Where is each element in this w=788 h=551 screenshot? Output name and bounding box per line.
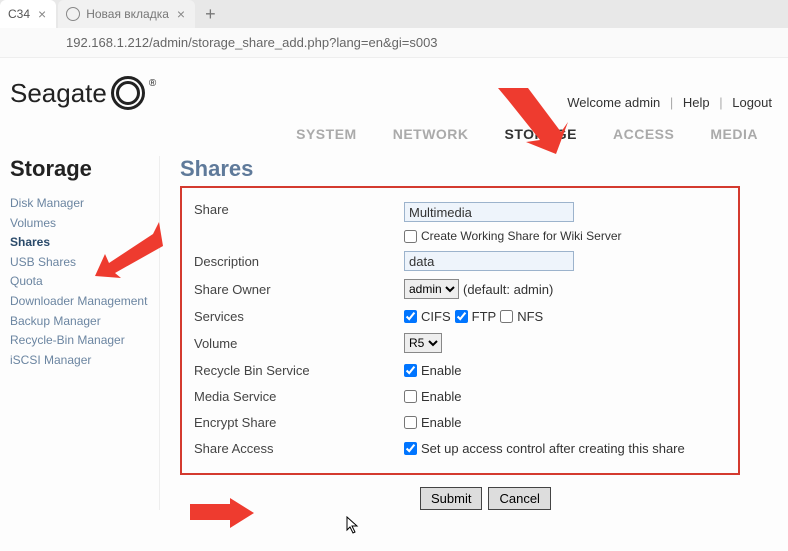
chrome-icon [66, 7, 80, 21]
sidebar: Storage Disk Manager Volumes Shares USB … [0, 156, 160, 510]
browser-tab-1[interactable]: Новая вкладка × [58, 0, 195, 28]
access-checkbox[interactable] [404, 442, 417, 455]
enable-text: Enable [421, 363, 461, 378]
sidebar-item-usb-shares[interactable]: USB Shares [10, 253, 159, 273]
description-label: Description [194, 254, 404, 269]
browser-tab-0[interactable]: C34 × [0, 0, 56, 28]
description-input[interactable] [404, 251, 574, 271]
brand-name: Seagate [10, 78, 107, 109]
encrypt-checkbox[interactable] [404, 416, 417, 429]
sidebar-item-iscsi[interactable]: iSCSI Manager [10, 351, 159, 371]
top-nav: SYSTEM NETWORK STORAGE ACCESS MEDIA [0, 116, 788, 156]
services-label: Services [194, 309, 404, 324]
media-checkbox[interactable] [404, 390, 417, 403]
owner-default-text: (default: admin) [463, 282, 553, 297]
share-form: Share Create Working Share for Wiki Serv… [180, 186, 740, 475]
registered-mark: ® [149, 78, 156, 89]
cifs-label: CIFS [421, 309, 451, 324]
browser-tabbar: C34 × Новая вкладка × + [0, 0, 788, 28]
help-link[interactable]: Help [683, 95, 710, 110]
browser-address-bar: 192.168.1.212/admin/storage_share_add.ph… [0, 28, 788, 58]
enable-text: Enable [421, 389, 461, 404]
owner-label: Share Owner [194, 282, 404, 297]
volume-label: Volume [194, 336, 404, 351]
nav-buttons[interactable] [0, 33, 60, 53]
nfs-label: NFS [517, 309, 543, 324]
ftp-checkbox[interactable] [455, 310, 468, 323]
access-text: Set up access control after creating thi… [421, 441, 685, 456]
logout-link[interactable]: Logout [732, 95, 772, 110]
sidebar-item-quota[interactable]: Quota [10, 272, 159, 292]
tab-title: C34 [8, 7, 30, 21]
user-links: Welcome admin | Help | Logout [567, 95, 772, 110]
brand-logo: Seagate ® [10, 76, 156, 110]
nav-media[interactable]: MEDIA [710, 126, 758, 142]
cancel-button[interactable]: Cancel [488, 487, 550, 510]
sidebar-item-shares[interactable]: Shares [10, 233, 159, 253]
volume-select[interactable]: R5 [404, 333, 442, 353]
nav-storage[interactable]: STORAGE [505, 126, 577, 142]
tab-title: Новая вкладка [86, 7, 169, 21]
share-input[interactable] [404, 202, 574, 222]
sidebar-title: Storage [10, 156, 159, 182]
wiki-checkbox[interactable] [404, 230, 417, 243]
close-icon[interactable]: × [175, 6, 187, 22]
recyclebin-label: Recycle Bin Service [194, 363, 404, 378]
encrypt-label: Encrypt Share [194, 415, 404, 430]
close-icon[interactable]: × [36, 6, 48, 22]
ftp-label: FTP [472, 309, 497, 324]
nfs-checkbox[interactable] [500, 310, 513, 323]
sidebar-item-volumes[interactable]: Volumes [10, 214, 159, 234]
nav-network[interactable]: NETWORK [393, 126, 469, 142]
seagate-swirl-icon [111, 76, 145, 110]
nav-system[interactable]: SYSTEM [296, 126, 357, 142]
welcome-text: Welcome admin [567, 95, 660, 110]
sidebar-item-recycle-bin[interactable]: Recycle-Bin Manager [10, 331, 159, 351]
url-field[interactable]: 192.168.1.212/admin/storage_share_add.ph… [66, 35, 748, 50]
access-label: Share Access [194, 441, 404, 456]
wiki-label: Create Working Share for Wiki Server [421, 229, 622, 243]
cifs-checkbox[interactable] [404, 310, 417, 323]
submit-button[interactable]: Submit [420, 487, 482, 510]
sidebar-item-downloader[interactable]: Downloader Management [10, 292, 159, 312]
owner-select[interactable]: admin [404, 279, 459, 299]
enable-text: Enable [421, 415, 461, 430]
sidebar-item-disk-manager[interactable]: Disk Manager [10, 194, 159, 214]
cursor-icon [346, 516, 362, 537]
new-tab-button[interactable]: + [197, 4, 224, 25]
share-label: Share [194, 202, 404, 217]
page-title: Shares [180, 156, 780, 182]
media-label: Media Service [194, 389, 404, 404]
nav-access[interactable]: ACCESS [613, 126, 674, 142]
recyclebin-checkbox[interactable] [404, 364, 417, 377]
sidebar-item-backup[interactable]: Backup Manager [10, 312, 159, 332]
